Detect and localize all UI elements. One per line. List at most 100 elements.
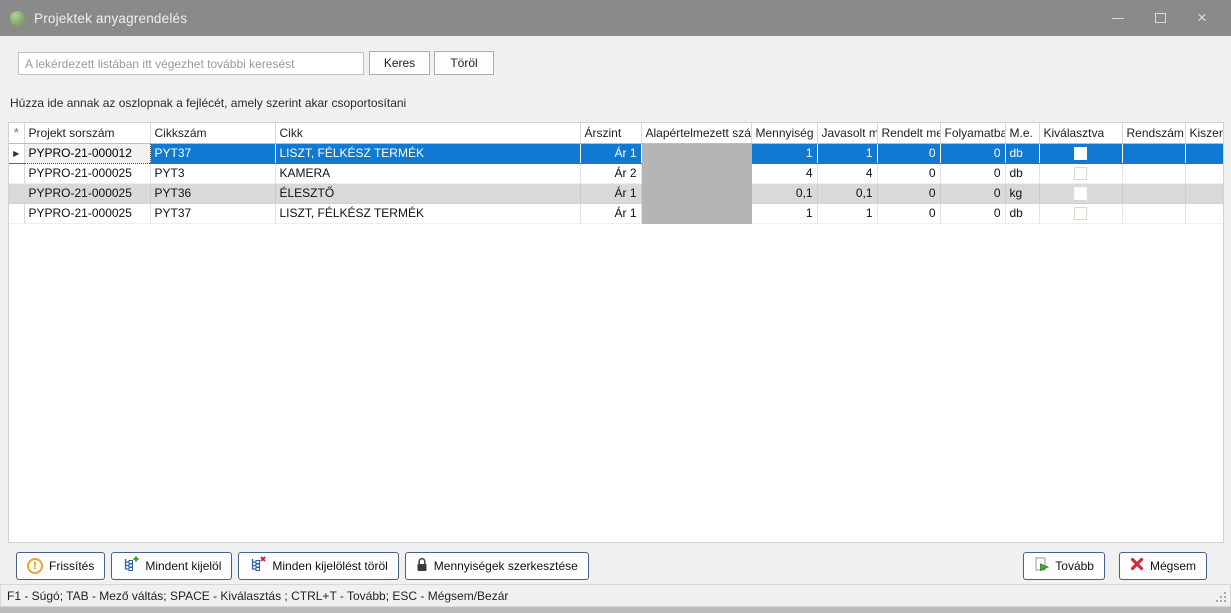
- deselect-all-button[interactable]: Minden kijelölést töröl: [238, 552, 398, 580]
- cell-javasolt[interactable]: 1: [817, 143, 877, 163]
- table-row[interactable]: PYPRO-21-000025 PYT3 KAMERA Ár 2 4 4 0 0…: [9, 163, 1224, 183]
- cell-szallito-redacted[interactable]: [641, 183, 751, 203]
- maximize-icon[interactable]: [1153, 11, 1167, 25]
- window-controls: ×: [1111, 11, 1221, 25]
- cell-javasolt[interactable]: 1: [817, 203, 877, 223]
- cell-rendszam[interactable]: [1122, 183, 1185, 203]
- column-header-projekt-sorszam[interactable]: Projekt sorszám: [24, 123, 150, 143]
- table-row[interactable]: ▶ PYPRO-21-000012 PYT37 LISZT, FÉLKÉSZ T…: [9, 143, 1224, 163]
- cell-me[interactable]: db: [1005, 143, 1039, 163]
- table-row[interactable]: PYPRO-21-000025 PYT37 LISZT, FÉLKÉSZ TER…: [9, 203, 1224, 223]
- minimize-icon[interactable]: [1111, 11, 1125, 25]
- column-header-folyamatba[interactable]: Folyamatba: [940, 123, 1005, 143]
- checkbox[interactable]: [1074, 147, 1087, 160]
- column-header-arszint[interactable]: Árszint: [580, 123, 641, 143]
- edit-quantities-button[interactable]: Mennyiségek szerkesztése: [405, 552, 589, 580]
- cell-folyamatba[interactable]: 0: [940, 183, 1005, 203]
- cell-kivalasztva: [1039, 163, 1122, 183]
- cell-kivalasztva: [1039, 183, 1122, 203]
- cell-rendelt[interactable]: 0: [877, 203, 940, 223]
- column-header-rendelt[interactable]: Rendelt mer: [877, 123, 940, 143]
- cancel-button[interactable]: Mégsem: [1119, 552, 1207, 580]
- cell-mennyiseg[interactable]: 1: [751, 203, 817, 223]
- table-row[interactable]: PYPRO-21-000025 PYT36 ÉLESZTŐ Ár 1 0,1 0…: [9, 183, 1224, 203]
- group-by-panel[interactable]: Húzza ide annak az oszlopnak a fejlécét,…: [10, 96, 406, 110]
- close-icon[interactable]: ×: [1195, 11, 1209, 25]
- cell-me[interactable]: db: [1005, 203, 1039, 223]
- refresh-button-label: Frissítés: [49, 559, 94, 573]
- red-x-icon: [1130, 557, 1144, 574]
- statusbar: F1 - Súgó; TAB - Mező váltás; SPACE - Ki…: [0, 584, 1231, 607]
- clear-search-button[interactable]: Töröl: [434, 51, 494, 75]
- page-arrow-icon: [1034, 557, 1049, 575]
- column-header-kiszereles[interactable]: Kiszere: [1185, 123, 1224, 143]
- cell-rendelt[interactable]: 0: [877, 183, 940, 203]
- lock-icon: [416, 557, 428, 575]
- cell-projekt-sorszam[interactable]: PYPRO-21-000025: [24, 183, 150, 203]
- column-header-cikkszam[interactable]: Cikkszám: [150, 123, 275, 143]
- select-all-button[interactable]: Mindent kijelöl: [111, 552, 232, 580]
- cell-cikk[interactable]: LISZT, FÉLKÉSZ TERMÉK: [275, 143, 580, 163]
- cancel-button-label: Mégsem: [1150, 559, 1196, 573]
- checkbox[interactable]: [1074, 207, 1087, 220]
- select-all-button-label: Mindent kijelöl: [145, 559, 221, 573]
- cell-cikkszam[interactable]: PYT37: [150, 203, 275, 223]
- cell-projekt-sorszam[interactable]: PYPRO-21-000025: [24, 203, 150, 223]
- column-header-szallito[interactable]: Alapértelmezett szállí: [641, 123, 751, 143]
- cell-me[interactable]: db: [1005, 163, 1039, 183]
- cell-arszint[interactable]: Ár 1: [580, 203, 641, 223]
- cell-projekt-sorszam[interactable]: PYPRO-21-000012: [24, 143, 150, 163]
- cell-arszint[interactable]: Ár 2: [580, 163, 641, 183]
- warning-icon: !: [27, 558, 43, 574]
- column-header-kivalasztva[interactable]: Kiválasztva: [1039, 123, 1122, 143]
- cell-cikk[interactable]: ÉLESZTŐ: [275, 183, 580, 203]
- cell-javasolt[interactable]: 4: [817, 163, 877, 183]
- cell-rendelt[interactable]: 0: [877, 143, 940, 163]
- cell-rendszam[interactable]: [1122, 163, 1185, 183]
- column-header-rendszam[interactable]: Rendszám: [1122, 123, 1185, 143]
- cell-cikk[interactable]: KAMERA: [275, 163, 580, 183]
- checkbox[interactable]: [1074, 187, 1087, 200]
- cell-folyamatba[interactable]: 0: [940, 163, 1005, 183]
- row-indicator-icon: ▶: [9, 143, 24, 163]
- cell-kivalasztva: [1039, 203, 1122, 223]
- cell-projekt-sorszam[interactable]: PYPRO-21-000025: [24, 163, 150, 183]
- cell-szallito-redacted[interactable]: [641, 143, 751, 163]
- cell-mennyiseg[interactable]: 1: [751, 143, 817, 163]
- cell-folyamatba[interactable]: 0: [940, 203, 1005, 223]
- cell-kiszereles[interactable]: [1185, 163, 1224, 183]
- cell-kiszereles[interactable]: [1185, 203, 1224, 223]
- cell-rendszam[interactable]: [1122, 143, 1185, 163]
- refresh-button[interactable]: ! Frissítés: [16, 552, 105, 580]
- cell-cikk[interactable]: LISZT, FÉLKÉSZ TERMÉK: [275, 203, 580, 223]
- cell-rendelt[interactable]: 0: [877, 163, 940, 183]
- header-selector-icon[interactable]: *: [9, 123, 24, 143]
- cell-rendszam[interactable]: [1122, 203, 1185, 223]
- cell-mennyiseg[interactable]: 0,1: [751, 183, 817, 203]
- search-input[interactable]: [18, 52, 364, 75]
- cell-arszint[interactable]: Ár 1: [580, 143, 641, 163]
- continue-button[interactable]: Tovább: [1023, 552, 1105, 580]
- column-header-javasolt[interactable]: Javasolt me: [817, 123, 877, 143]
- cell-cikkszam[interactable]: PYT3: [150, 163, 275, 183]
- resize-grip[interactable]: [1224, 600, 1226, 602]
- cell-szallito-redacted[interactable]: [641, 203, 751, 223]
- cell-mennyiseg[interactable]: 4: [751, 163, 817, 183]
- column-header-me[interactable]: M.e.: [1005, 123, 1039, 143]
- bottom-toolbar: ! Frissítés Mindent kijelöl: [0, 551, 1231, 580]
- cell-kiszereles[interactable]: [1185, 143, 1224, 163]
- column-header-cikk[interactable]: Cikk: [275, 123, 580, 143]
- search-button[interactable]: Keres: [369, 51, 430, 75]
- cell-cikkszam[interactable]: PYT37: [150, 143, 275, 163]
- checkbox[interactable]: [1074, 167, 1087, 180]
- cell-javasolt[interactable]: 0,1: [817, 183, 877, 203]
- window-title: Projektek anyagrendelés: [34, 11, 187, 26]
- cell-kiszereles[interactable]: [1185, 183, 1224, 203]
- cell-arszint[interactable]: Ár 1: [580, 183, 641, 203]
- cell-me[interactable]: kg: [1005, 183, 1039, 203]
- cell-folyamatba[interactable]: 0: [940, 143, 1005, 163]
- app-icon: [10, 11, 25, 26]
- column-header-mennyiseg[interactable]: Mennyiség: [751, 123, 817, 143]
- cell-cikkszam[interactable]: PYT36: [150, 183, 275, 203]
- cell-szallito-redacted[interactable]: [641, 163, 751, 183]
